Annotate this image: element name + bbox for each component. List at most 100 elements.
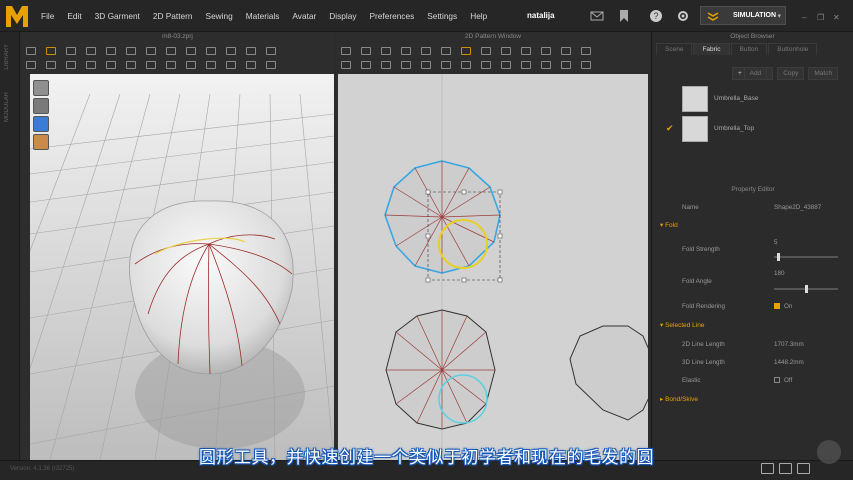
transform-pattern-icon[interactable] [341, 47, 351, 55]
check-sewing-icon[interactable] [401, 61, 411, 69]
menu-materials[interactable]: Materials [246, 11, 280, 21]
fold-angle-slider[interactable] [774, 285, 838, 293]
grading-icon[interactable] [581, 61, 591, 69]
tab-buttonhole[interactable]: Buttonhole [768, 43, 818, 55]
mail-icon[interactable] [590, 9, 604, 23]
skin-display-icon[interactable] [33, 134, 49, 150]
settings-icon[interactable] [676, 9, 690, 23]
puckering-icon[interactable] [266, 61, 276, 69]
seam-icon[interactable] [226, 47, 236, 55]
edit-pattern-icon[interactable] [361, 47, 371, 55]
grain-icon[interactable] [461, 61, 471, 69]
menu-file[interactable]: File [41, 11, 54, 21]
avatar-icon[interactable] [26, 61, 36, 69]
menu-edit[interactable]: Edit [67, 11, 81, 21]
bond-skive-section-header[interactable]: ▸ Bond/Skive [660, 395, 698, 403]
edit-curvature-icon[interactable] [381, 47, 391, 55]
circle-icon[interactable] [461, 47, 471, 55]
measure-icon[interactable] [206, 47, 216, 55]
tab-fabric[interactable]: Fabric [693, 43, 730, 55]
texture-display-icon[interactable] [33, 116, 49, 132]
ruler-icon[interactable] [501, 61, 511, 69]
sync-icon[interactable] [541, 61, 551, 69]
fabric-item[interactable]: ✔ Umbrella_Top [652, 113, 853, 143]
texture-icon[interactable] [66, 61, 76, 69]
fold-rendering-toggle[interactable]: On [774, 303, 792, 310]
lasso-icon[interactable] [266, 47, 276, 55]
polygon-icon[interactable] [421, 47, 431, 55]
elastic-toggle[interactable]: Off [774, 377, 792, 384]
minimize-icon[interactable]: – [802, 13, 806, 22]
menu-display[interactable]: Display [329, 11, 356, 21]
fold-strength-value[interactable]: 5 [774, 239, 778, 246]
select-mesh-icon[interactable] [66, 47, 76, 55]
menu-preferences[interactable]: Preferences [369, 11, 414, 21]
point-icon[interactable] [206, 61, 216, 69]
tab-scene[interactable]: Scene [656, 43, 693, 55]
umbrella-top-pattern[interactable] [384, 160, 503, 283]
polygon-pattern[interactable] [569, 325, 648, 421]
internal-circle-icon[interactable] [521, 47, 531, 55]
garment-icon[interactable] [166, 47, 176, 55]
internal-rect-icon[interactable] [501, 47, 511, 55]
notch-icon[interactable] [441, 61, 451, 69]
m-n-sewing-icon[interactable] [381, 61, 391, 69]
zipper-icon[interactable] [126, 61, 136, 69]
topstitch-icon[interactable] [166, 61, 176, 69]
help-icon[interactable]: ? [649, 9, 663, 23]
offset-icon[interactable] [581, 47, 591, 55]
close-icon[interactable]: ✕ [833, 13, 840, 22]
avatar-display-icon[interactable] [33, 80, 49, 96]
mode-dropdown[interactable]: SIMULATION ▾ [700, 6, 786, 25]
hanger-icon[interactable] [46, 61, 56, 69]
tack-icon[interactable] [146, 47, 156, 55]
trace-icon[interactable] [561, 47, 571, 55]
menu-settings[interactable]: Settings [427, 11, 457, 21]
name-value[interactable]: Shape2D_43887 [774, 204, 821, 211]
pin-box-icon[interactable] [126, 47, 136, 55]
menu-2d-pattern[interactable]: 2D Pattern [153, 11, 193, 21]
graphic-icon[interactable] [146, 61, 156, 69]
move-tool-icon[interactable] [26, 47, 36, 55]
copy-fabric-button[interactable]: Copy [777, 67, 805, 80]
brush-icon[interactable] [86, 61, 96, 69]
menu-help[interactable]: Help [470, 11, 487, 21]
menu-avatar[interactable]: Avatar [292, 11, 316, 21]
garment-display-icon[interactable] [33, 98, 49, 114]
fold-section-header[interactable]: ▾ Fold [660, 221, 678, 229]
bookmark-icon[interactable] [617, 9, 631, 23]
fabric-item[interactable]: Umbrella_Base [652, 83, 853, 113]
add-point-icon[interactable] [401, 47, 411, 55]
annotation-icon[interactable] [521, 61, 531, 69]
3d-viewport[interactable] [30, 74, 334, 460]
tuck-icon[interactable] [421, 61, 431, 69]
umbrella-base-pattern[interactable] [385, 309, 496, 430]
dart-icon[interactable] [541, 47, 551, 55]
pleat-icon[interactable] [481, 61, 491, 69]
button-tool-icon[interactable] [106, 61, 116, 69]
select-tool-icon[interactable] [46, 47, 56, 55]
rectangle-icon[interactable] [441, 47, 451, 55]
library-tab[interactable]: LIBRARY [4, 44, 10, 70]
line-icon[interactable] [226, 61, 236, 69]
internal-polygon-icon[interactable] [481, 47, 491, 55]
selected-line-section-header[interactable]: ▾ Selected Line [660, 321, 704, 329]
module-tab[interactable]: MODULAR [4, 92, 10, 122]
shirring-icon[interactable] [246, 61, 256, 69]
restore-icon[interactable]: ❐ [817, 13, 824, 22]
seam-allowance-icon[interactable] [561, 61, 571, 69]
2d-viewport[interactable] [338, 74, 648, 460]
fold-angle-knob[interactable] [804, 285, 808, 293]
pin-icon[interactable] [106, 47, 116, 55]
piping-icon[interactable] [186, 61, 196, 69]
match-fabric-button[interactable]: Match [808, 67, 839, 80]
menu-sewing[interactable]: Sewing [206, 11, 233, 21]
strap-icon[interactable] [246, 47, 256, 55]
free-sewing-icon[interactable] [361, 61, 371, 69]
tab-button[interactable]: Button [730, 43, 768, 55]
menu-3d-garment[interactable]: 3D Garment [95, 11, 140, 21]
segment-sewing-icon[interactable] [341, 61, 351, 69]
fold-icon[interactable] [186, 47, 196, 55]
box-select-icon[interactable] [86, 47, 96, 55]
fold-angle-value[interactable]: 180 [774, 270, 785, 277]
